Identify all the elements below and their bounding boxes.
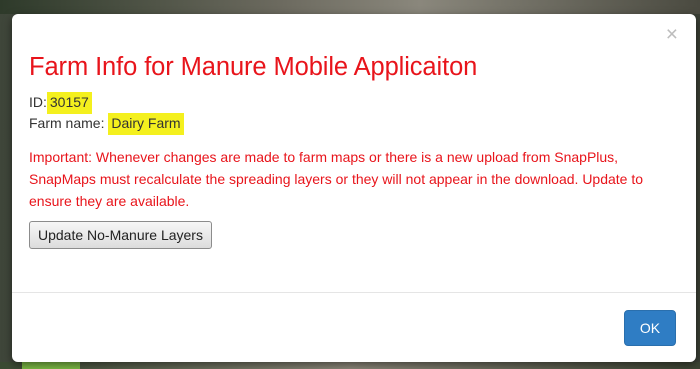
background-map <box>0 0 700 14</box>
dialog-title: Farm Info for Manure Mobile Applicaiton <box>29 53 478 81</box>
farm-name-value: Dairy Farm <box>108 113 184 135</box>
ok-button[interactable]: OK <box>624 310 676 346</box>
farm-id-row: ID: 30157 <box>29 92 676 114</box>
background-map-bottom <box>0 362 700 369</box>
dialog-body: Farm Info for Manure Mobile Applicaiton … <box>29 50 676 249</box>
update-no-manure-layers-button[interactable]: Update No-Manure Layers <box>29 221 212 249</box>
farm-id-value: 30157 <box>46 92 92 114</box>
farm-name-label: Farm name: <box>29 115 105 131</box>
important-notice: Important: Whenever changes are made to … <box>29 149 644 209</box>
farm-info-dialog: × Farm Info for Manure Mobile Applicaito… <box>12 14 696 362</box>
farm-name-row: Farm name: Dairy Farm <box>29 113 676 135</box>
close-icon[interactable]: × <box>666 24 678 45</box>
footer-divider <box>12 292 696 293</box>
background-green-patch <box>22 362 80 369</box>
farm-id-label: ID: <box>29 94 47 110</box>
farm-info: ID: 30157 Farm name: Dairy Farm <box>29 92 676 135</box>
